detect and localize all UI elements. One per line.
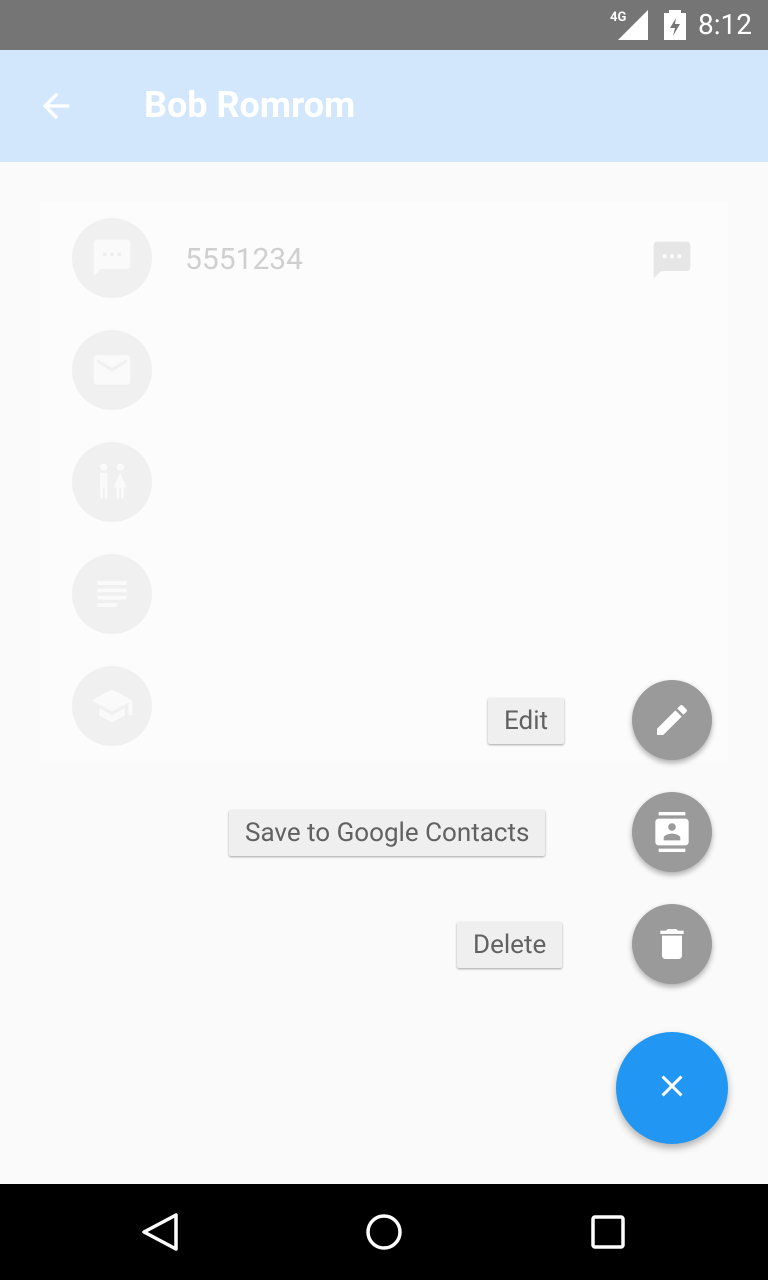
gender-icon	[72, 442, 152, 522]
signal-icon	[618, 10, 648, 44]
send-message-icon[interactable]	[650, 238, 694, 286]
recents-square-icon[interactable]	[590, 1212, 626, 1256]
system-nav-bar	[0, 1184, 768, 1280]
save-to-google-contacts-label[interactable]: Save to Google Contacts	[229, 810, 546, 856]
school-icon	[72, 666, 152, 746]
battery-icon	[664, 10, 686, 44]
contact-details-card: 5551234	[40, 202, 728, 762]
close-fab-button[interactable]	[616, 1032, 728, 1144]
message-icon	[72, 218, 152, 298]
delete-label[interactable]: Delete	[457, 922, 563, 968]
status-time: 8:12	[698, 8, 752, 41]
status-bar: 4G 8:12	[0, 0, 768, 50]
contacts-icon[interactable]	[632, 792, 712, 872]
app-bar: Bob Romrom	[0, 50, 768, 162]
edit-label[interactable]: Edit	[488, 698, 565, 744]
email-icon	[72, 330, 152, 410]
back-triangle-icon[interactable]	[140, 1212, 180, 1256]
notes-icon	[72, 554, 152, 634]
close-icon	[654, 1068, 690, 1108]
home-circle-icon[interactable]	[364, 1212, 404, 1256]
phone-number[interactable]: 5551234	[185, 242, 303, 277]
trash-icon[interactable]	[632, 904, 712, 984]
arrow-back-icon[interactable]	[36, 86, 76, 130]
contact-name-title: Bob Romrom	[144, 84, 356, 126]
pencil-icon[interactable]	[632, 680, 712, 760]
